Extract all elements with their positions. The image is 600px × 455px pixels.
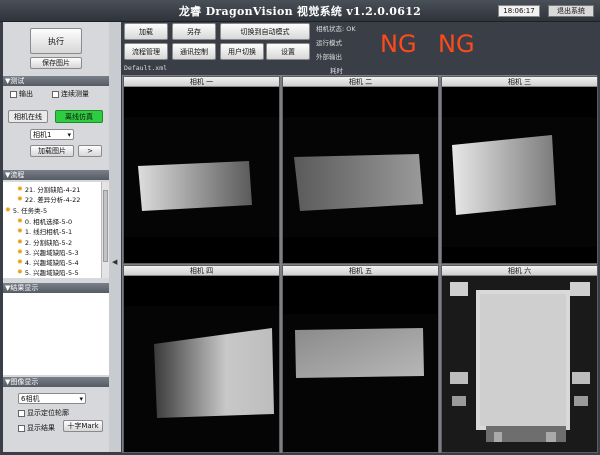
gear-icon: ✹ — [17, 258, 23, 266]
flow-scrollbar[interactable] — [101, 182, 109, 278]
gear-icon: ✹ — [17, 185, 23, 193]
camera-view-title: 相机 一 — [124, 77, 279, 87]
show-result-checkbox[interactable]: 显示结果 — [18, 423, 55, 433]
chevron-down-icon: ▾ — [79, 394, 83, 403]
ng-indicator-2: NG — [438, 30, 475, 58]
camera-image-1 — [124, 117, 279, 237]
tree-item[interactable]: ✹ 0. 相机选择-5-0 — [17, 216, 72, 226]
camera-image-2 — [283, 117, 438, 237]
tree-item-label: 22. 差异分析-4-22 — [24, 196, 81, 204]
tree-item[interactable]: ✹ 1. 线扫相机-5-1 — [17, 226, 72, 236]
tree-item[interactable]: ✹ 5. 兴趣域缺陷-5-5 — [17, 267, 79, 277]
camera-online-button[interactable]: 相机在线 — [8, 110, 48, 123]
output-checkbox[interactable]: 输出 — [10, 89, 33, 99]
test-section-header[interactable]: ▼测试 — [3, 76, 109, 86]
tree-item-label: 1. 线扫相机-5-1 — [24, 228, 73, 236]
image-camera-value: 6相机 — [21, 394, 40, 403]
save-image-button[interactable]: 保存图片 — [30, 57, 82, 69]
flow-tree[interactable]: ✹ 21. 分割缺陷-4-21 ✹ 22. 差异分析-4-22 ✹ 5. 任务类-5 … — [3, 182, 101, 278]
image-section-header[interactable]: ▼图像显示 — [3, 377, 109, 387]
continuous-checkbox-label: 连续测量 — [61, 90, 89, 98]
external-output-label: 外部输出 — [316, 53, 342, 61]
output-checkbox-box[interactable] — [10, 90, 17, 98]
tree-item-label: 4. 兴趣域缺陷-5-4 — [24, 259, 79, 267]
camera-view-title: 相机 二 — [283, 77, 438, 87]
result-display-area — [3, 293, 109, 375]
file-name-label: Default.xml — [124, 64, 168, 72]
camera-view-2[interactable]: 相机 二 — [282, 76, 439, 264]
exit-button[interactable]: 退出系统 — [548, 5, 594, 17]
tree-item[interactable]: ✹ 22. 差异分析-4-22 — [17, 194, 80, 204]
continuous-checkbox[interactable]: 连续测量 — [52, 89, 89, 99]
camera-view-title: 相机 六 — [442, 266, 597, 276]
camera-view-3[interactable]: 相机 三 — [441, 76, 598, 264]
camera-view-title: 相机 三 — [442, 77, 597, 87]
tree-item[interactable]: ✹ 5. 任务类-5 — [5, 205, 47, 215]
user-switch-button[interactable]: 用户切换 — [220, 43, 264, 60]
camera-view-5[interactable]: 相机 五 — [282, 265, 439, 453]
tree-item-label: 0. 相机选择-5-0 — [24, 218, 73, 226]
tree-item-label: 21. 分割缺陷-4-21 — [24, 186, 81, 194]
camera-image-3 — [442, 117, 597, 247]
show-result-label: 显示结果 — [27, 424, 55, 432]
camera-view-1[interactable]: 相机 一 — [123, 76, 280, 264]
gear-icon: ✹ — [17, 248, 23, 256]
panel-splitter[interactable]: ◀ — [109, 22, 121, 452]
flow-section-header[interactable]: ▼流程 — [3, 170, 109, 180]
gear-icon: ✹ — [17, 217, 23, 225]
continuous-checkbox-box[interactable] — [52, 90, 59, 98]
camera-select-dropdown[interactable]: 相机1 ▾ — [30, 129, 74, 140]
ng-indicator-1: NG — [380, 30, 417, 58]
camera-view-title: 相机 四 — [124, 266, 279, 276]
result-section-header[interactable]: ▼结果显示 — [3, 283, 109, 293]
gear-icon: ✹ — [5, 206, 11, 214]
camera-view-4[interactable]: 相机 四 — [123, 265, 280, 453]
gear-icon: ✹ — [17, 268, 23, 276]
load-button[interactable]: 加载 — [124, 23, 168, 40]
collapse-arrow-icon[interactable]: ◀ — [112, 258, 117, 266]
gear-icon: ✹ — [17, 238, 23, 246]
show-contour-box[interactable] — [18, 409, 25, 417]
tree-item[interactable]: ✹ 4. 兴趣域缺陷-5-4 — [17, 257, 79, 267]
gear-icon: ✹ — [17, 195, 23, 203]
next-button[interactable]: > — [78, 145, 102, 157]
elapsed-label: 耗时 — [330, 67, 343, 75]
tree-item[interactable]: ✹ 3. 兴趣域缺陷-5-3 — [17, 247, 79, 257]
title-bar: 龙睿 DragonVision 视觉系统 v1.2.0.0612 18:06:1… — [0, 0, 600, 22]
image-camera-dropdown[interactable]: 6相机 ▾ — [18, 393, 86, 404]
clock-display: 18:06:17 — [498, 5, 540, 17]
camera-image-4 — [124, 306, 279, 452]
run-button[interactable]: 执行 — [30, 28, 82, 54]
flow-manage-button[interactable]: 流程管理 — [124, 43, 168, 60]
show-contour-label: 显示定位轮廓 — [27, 409, 69, 417]
show-contour-checkbox[interactable]: 显示定位轮廓 — [18, 408, 69, 418]
settings-button[interactable]: 设置 — [266, 43, 310, 60]
camera-image-5 — [283, 314, 438, 452]
camera-state-label: 相机状态: OK — [316, 25, 356, 33]
show-result-box[interactable] — [18, 424, 25, 432]
tree-item-label: 5. 兴趣域缺陷-5-5 — [24, 269, 79, 277]
save-as-button[interactable]: 另存 — [172, 23, 216, 40]
comm-control-button[interactable]: 通讯控制 — [172, 43, 216, 60]
run-mode-label: 运行模式 — [316, 39, 342, 47]
tree-item-label: 5. 任务类-5 — [12, 207, 48, 215]
camera-view-title: 相机 五 — [283, 266, 438, 276]
tree-item-label: 3. 兴趣域缺陷-5-3 — [24, 249, 79, 257]
offline-sim-button[interactable]: 离线仿真 — [55, 110, 103, 123]
crosshair-mark-button[interactable]: 十字Mark — [63, 420, 103, 432]
camera-image-6 — [442, 276, 597, 452]
scrollbar-thumb[interactable] — [103, 190, 108, 262]
load-image-button[interactable]: 加载图片 — [30, 145, 74, 157]
gear-icon: ✹ — [17, 227, 23, 235]
switch-auto-button[interactable]: 切换到自动模式 — [220, 23, 310, 40]
output-checkbox-label: 输出 — [19, 90, 33, 98]
tree-item-label: 2. 分割缺陷-5-2 — [24, 239, 73, 247]
camera-view-6[interactable]: 相机 六 — [441, 265, 598, 453]
chevron-down-icon: ▾ — [67, 130, 71, 139]
tree-item[interactable]: ✹ 21. 分割缺陷-4-21 — [17, 184, 80, 194]
camera-select-value: 相机1 — [33, 130, 52, 139]
tree-item[interactable]: ✹ 2. 分割缺陷-5-2 — [17, 237, 72, 247]
